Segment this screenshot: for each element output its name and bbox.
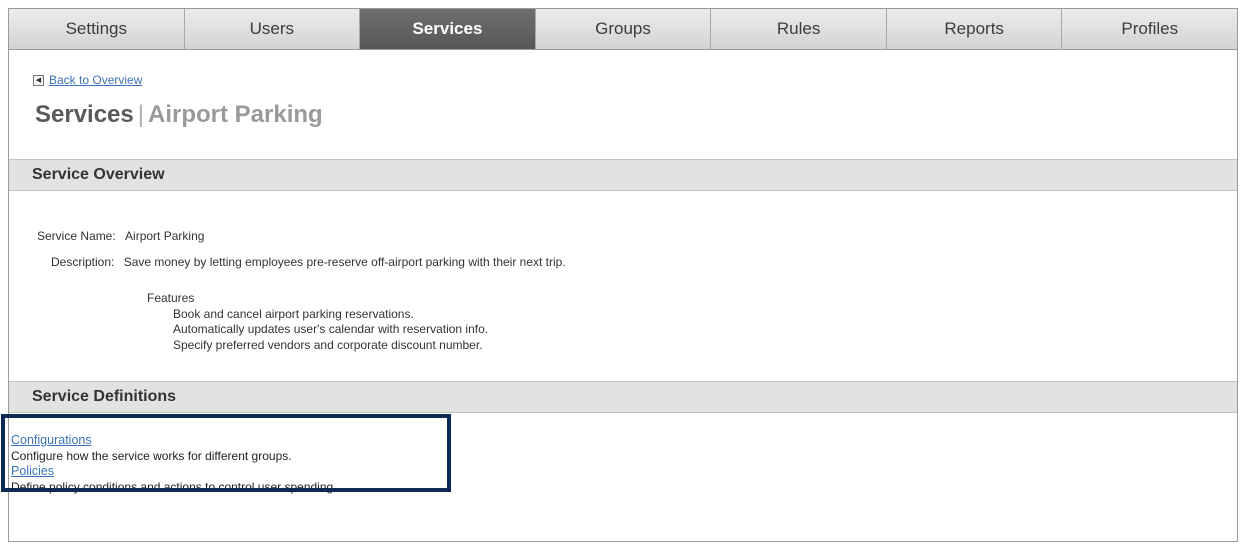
description-label: Description: [51,255,115,269]
service-overview-header: Service Overview [9,159,1237,191]
policies-link[interactable]: Policies [11,464,54,478]
service-definitions-list: Configurations Configure how the service… [11,433,333,495]
configurations-description: Configure how the service works for diff… [11,448,292,463]
tab-rules[interactable]: Rules [711,9,887,49]
arrow-left-icon[interactable]: ◀ [33,74,44,86]
tab-profiles[interactable]: Profiles [1062,9,1238,49]
feature-item: Specify preferred vendors and corporate … [173,337,483,352]
policies-description: Define policy conditions and actions to … [11,479,334,494]
main-tab-bar: Settings Users Services Groups Rules Rep… [9,9,1238,50]
page-title-sub: Airport Parking [148,101,323,128]
features-list: Features Book and cancel airport parking… [147,291,488,353]
tab-settings[interactable]: Settings [9,9,185,49]
page-title: Services | Airport Parking [35,101,323,129]
page-title-main: Services [35,101,134,128]
tab-reports[interactable]: Reports [886,9,1063,49]
description-row: Description: Save money by letting emplo… [51,255,566,269]
service-name-label: Service Name: [37,229,116,243]
service-name-row: Service Name: Airport Parking [37,229,204,243]
back-to-overview: ◀ Back to Overview [33,73,142,87]
service-name-value: Airport Parking [125,229,205,243]
configurations-link[interactable]: Configurations [11,433,92,447]
page-title-separator: | [137,101,144,128]
tab-services[interactable]: Services [360,9,536,49]
feature-item: Book and cancel airport parking reservat… [173,306,414,321]
description-value: Save money by letting employees pre-rese… [123,255,566,269]
feature-item: Automatically updates user's calendar wi… [173,322,489,336]
features-heading: Features [147,291,195,305]
tab-users[interactable]: Users [184,9,361,49]
app-frame: Settings Users Services Groups Rules Rep… [1,8,1238,542]
back-to-overview-link[interactable]: Back to Overview [49,73,142,87]
tab-groups[interactable]: Groups [535,9,712,49]
service-definitions-header: Service Definitions [9,381,1237,413]
